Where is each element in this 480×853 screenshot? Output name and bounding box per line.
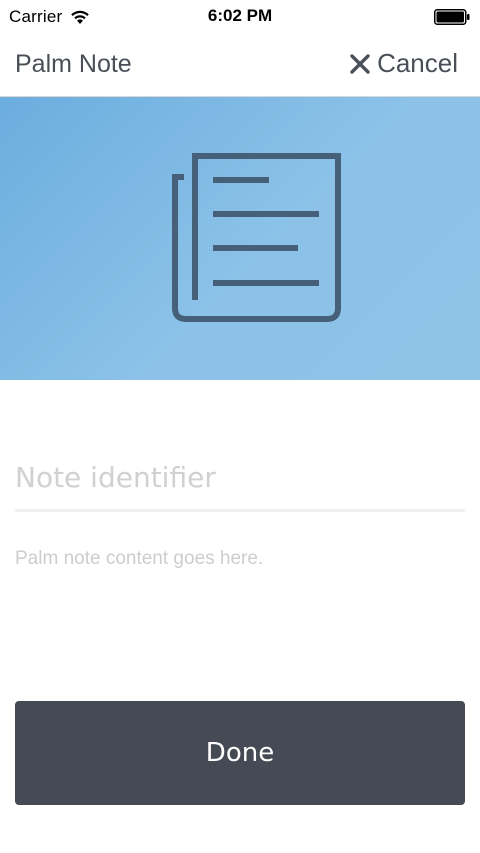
note-identifier-input[interactable] bbox=[15, 452, 465, 502]
close-icon bbox=[350, 53, 370, 74]
page-title: Palm Note bbox=[15, 50, 132, 78]
status-bar: Carrier 6:02 PM bbox=[0, 0, 480, 34]
document-icon bbox=[172, 153, 341, 322]
identifier-underline bbox=[15, 509, 465, 512]
note-content-field[interactable] bbox=[15, 548, 465, 668]
battery-full-icon bbox=[434, 9, 470, 25]
cancel-label: Cancel bbox=[377, 48, 458, 78]
status-time: 6:02 PM bbox=[207, 6, 273, 25]
navigation-bar: Palm Note Cancel bbox=[0, 34, 480, 97]
done-button[interactable]: Done bbox=[15, 701, 465, 805]
done-label: Done bbox=[205, 738, 275, 768]
cancel-button[interactable]: Cancel bbox=[349, 48, 458, 79]
note-editor-screen: Carrier 6:02 PM Palm Note Cancel Note id… bbox=[0, 0, 480, 853]
